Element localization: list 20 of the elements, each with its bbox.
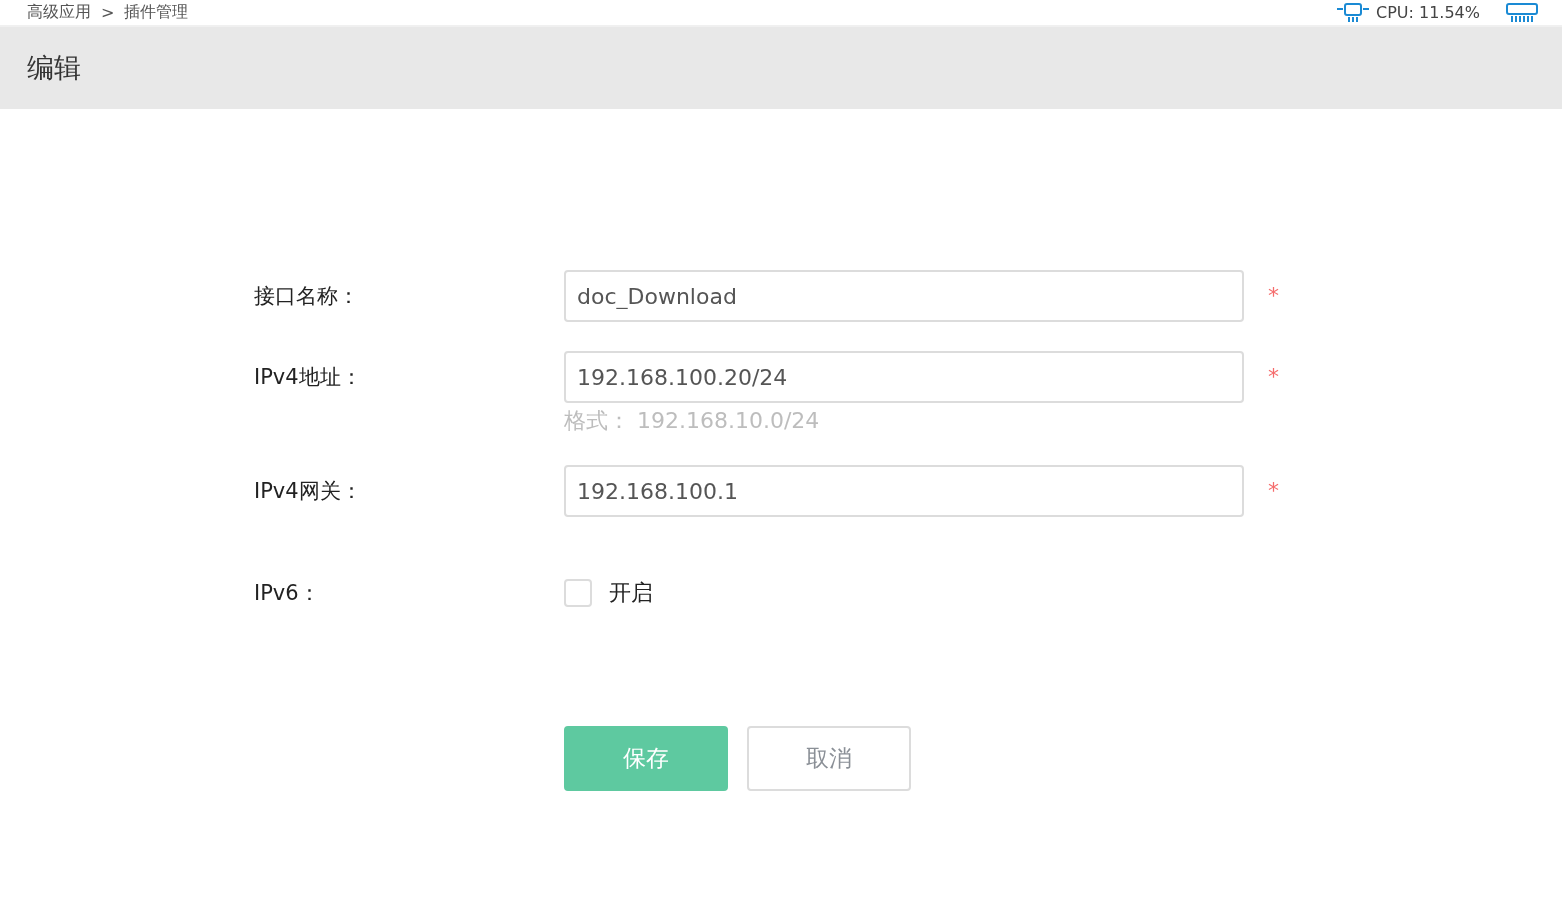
required-mark: * [1267,282,1279,310]
required-mark: * [1267,363,1279,391]
field-label: IPv4地址： [254,364,362,391]
cpu-usage-text: CPU: 11.54% [1376,3,1480,22]
panel-title: 编辑 [27,51,81,85]
checkbox-label: 开启 [609,579,653,607]
input-field[interactable]: 192.168.100.1 [564,465,1244,517]
checkbox[interactable] [564,579,592,607]
required-mark: * [1267,477,1279,505]
memory-icon [1506,2,1538,23]
field-label: 接口名称： [254,283,359,310]
field-label: IPv4网关： [254,478,362,505]
input-field[interactable]: 192.168.100.20/24 [564,351,1244,403]
breadcrumb-item[interactable]: 插件管理 [124,2,189,23]
format-hint: 格式： 192.168.10.0/24 [564,407,820,435]
breadcrumb-item[interactable]: 高级应用 [27,2,91,23]
field-label: IPv6： [254,580,320,607]
chip-icon [1336,2,1370,23]
input-field[interactable]: doc_Download [564,270,1244,322]
breadcrumb-separator: > [101,3,115,22]
